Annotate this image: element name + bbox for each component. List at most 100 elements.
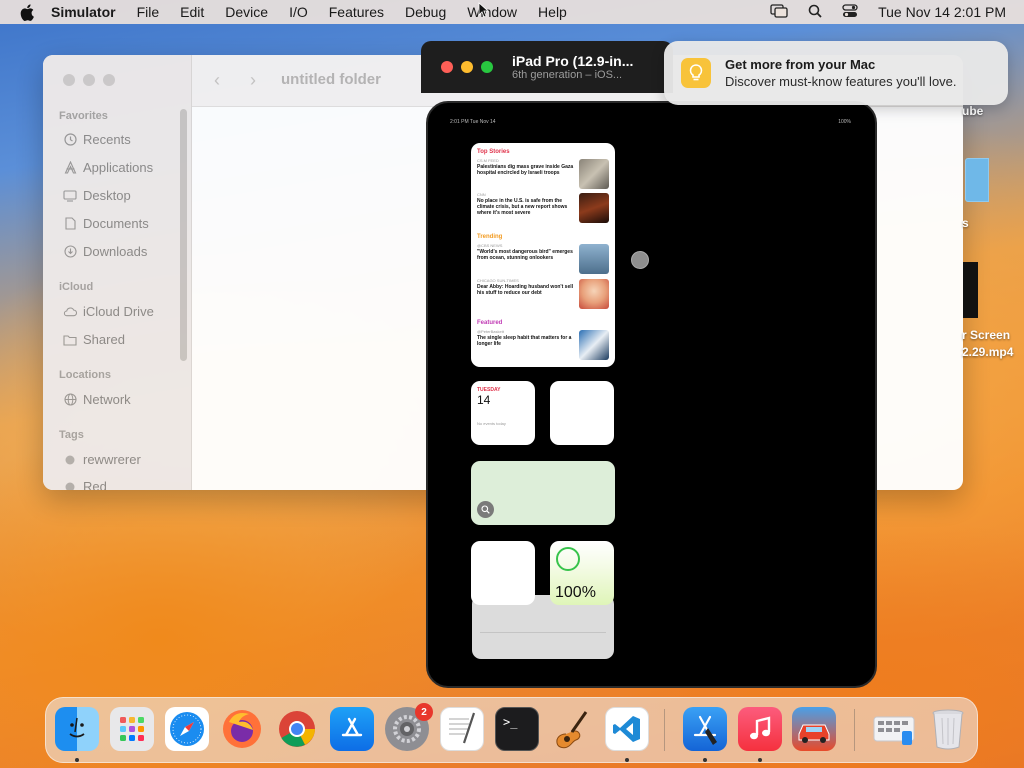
game-icon[interactable]	[792, 707, 836, 751]
sidebar-item-label: iCloud Drive	[83, 304, 154, 319]
close-button[interactable]	[441, 61, 453, 73]
news-headline[interactable]: "World's most dangerous bird" emerges fr…	[477, 249, 575, 261]
chrome-icon[interactable]	[275, 707, 319, 751]
control-center-icon[interactable]	[842, 3, 858, 21]
sidebar-item-label: Recents	[83, 132, 131, 147]
sidebar-item-label: rewwrerer	[83, 452, 141, 467]
folder-title: untitled folder	[281, 71, 381, 88]
desktop-label-ube[interactable]: ube	[962, 104, 983, 118]
spotlight-search-icon[interactable]	[808, 4, 822, 21]
sidebar-item-network[interactable]: Network	[63, 392, 131, 407]
search-widget[interactable]	[471, 461, 615, 525]
minimize-button[interactable]	[83, 74, 95, 86]
news-thumbnail	[579, 159, 609, 189]
sidebar-item-tag-red[interactable]: Red	[63, 479, 107, 490]
news-thumbnail	[579, 330, 609, 360]
downloads-stack-icon[interactable]	[872, 707, 916, 751]
news-source: @PeterBaskett	[477, 329, 504, 334]
device-subtitle: 6th generation – iOS...	[512, 69, 623, 81]
sidebar-item-documents[interactable]: Documents	[63, 216, 149, 231]
ipad-screen[interactable]: 2:01 PM Tue Nov 14 100% Top Stories CS.M…	[426, 101, 877, 688]
notification-badge: 2	[415, 703, 433, 721]
terminal-icon[interactable]: >_	[495, 707, 539, 751]
calendar-note: No events today	[477, 421, 506, 426]
menu-bar: Simulator File Edit Device I/O Features …	[0, 0, 1024, 24]
textedit-icon[interactable]	[440, 707, 484, 751]
sidebar-item-tag-rewwrerer[interactable]: rewwrerer	[63, 452, 141, 467]
news-headline[interactable]: Dear Abby: Hoarding husband won't sell h…	[477, 284, 575, 296]
sidebar-item-label: Shared	[83, 332, 125, 347]
news-section-top-stories: Top Stories	[477, 149, 510, 155]
sidebar-item-shared[interactable]: Shared	[63, 332, 125, 347]
news-headline[interactable]: Palestinians dig mass grave inside Gaza …	[477, 164, 575, 176]
dock-separator	[664, 709, 665, 751]
notification-banner[interactable]: Get more from your Mac Discover must-kno…	[664, 41, 1008, 105]
system-settings-icon[interactable]: 2	[385, 703, 433, 751]
menu-help[interactable]: Help	[538, 4, 567, 20]
finder-icon[interactable]	[55, 707, 99, 751]
launchpad-icon[interactable]	[110, 707, 154, 751]
zoom-button[interactable]	[481, 61, 493, 73]
sidebar-item-applications[interactable]: Applications	[63, 160, 153, 175]
menu-edit[interactable]: Edit	[180, 4, 204, 20]
shared-folder-icon	[63, 333, 77, 347]
forward-arrow-icon[interactable]: ›	[250, 70, 256, 91]
menu-window[interactable]: Window	[467, 4, 517, 20]
simulator-titlebar: iPad Pro (12.9-in... 6th generation – iO…	[421, 41, 673, 93]
sidebar-item-label: Applications	[83, 160, 154, 175]
vscode-icon[interactable]	[605, 707, 649, 751]
menu-file[interactable]: File	[137, 4, 160, 20]
xcode-icon[interactable]	[683, 707, 727, 751]
garageband-icon[interactable]	[550, 707, 594, 751]
menu-io[interactable]: I/O	[289, 4, 308, 20]
sidebar-item-recents[interactable]: Recents	[63, 132, 131, 147]
desktop-folder-icon[interactable]	[965, 158, 989, 202]
close-button[interactable]	[63, 74, 75, 86]
menubar-clock[interactable]: Tue Nov 14 2:01 PM	[878, 4, 1006, 20]
app-store-icon[interactable]	[330, 707, 374, 751]
apple-logo-icon[interactable]	[17, 2, 37, 22]
battery-widget[interactable]: 100%	[550, 541, 614, 605]
menu-app-simulator[interactable]: Simulator	[51, 4, 116, 20]
sidebar-scrollbar[interactable]	[180, 109, 187, 361]
sidebar-item-downloads[interactable]: Downloads	[63, 244, 147, 259]
news-headline[interactable]: No place in the U.S. is safe from the cl…	[477, 198, 575, 216]
search-icon[interactable]	[477, 501, 494, 518]
download-icon	[63, 245, 77, 259]
news-widget[interactable]: Top Stories CS.M FEED Palestinians dig m…	[471, 143, 615, 367]
window-controls	[441, 61, 493, 73]
music-icon[interactable]	[738, 707, 782, 751]
safari-icon[interactable]	[165, 707, 209, 751]
minimize-button[interactable]	[461, 61, 473, 73]
sidebar-section-icloud: iCloud	[59, 281, 94, 293]
menu-device[interactable]: Device	[225, 4, 268, 20]
desktop-label-screen[interactable]: r Screen	[962, 328, 1010, 342]
desktop-label-mp4[interactable]: 2.29.mp4	[962, 345, 1013, 359]
menu-debug[interactable]: Debug	[405, 4, 446, 20]
sidebar-item-desktop[interactable]: Desktop	[63, 188, 131, 203]
news-source: CHICAGO SUN-TIMES	[477, 278, 519, 283]
news-headline[interactable]: The single sleep habit that matters for …	[477, 335, 575, 347]
sidebar-item-icloud-drive[interactable]: iCloud Drive	[63, 304, 154, 319]
window-controls-inactive[interactable]	[63, 74, 115, 86]
ipad-status-time: 2:01 PM Tue Nov 14	[450, 119, 496, 125]
sidebar-section-locations: Locations	[59, 369, 111, 381]
sidebar-item-label: Documents	[83, 216, 149, 231]
finder-sidebar: Favorites Recents Applications Desktop D…	[43, 55, 192, 490]
screen-mirroring-icon[interactable]	[770, 3, 788, 21]
globe-icon	[63, 393, 77, 407]
sidebar-section-favorites: Favorites	[59, 110, 108, 122]
sidebar-item-label: Network	[83, 392, 131, 407]
calendar-widget[interactable]: TUESDAY 14 No events today	[471, 381, 535, 445]
menu-features[interactable]: Features	[329, 4, 384, 20]
trash-icon[interactable]	[926, 707, 970, 751]
back-arrow-icon[interactable]: ‹	[214, 70, 220, 91]
blank-widget[interactable]	[550, 381, 614, 445]
firefox-icon[interactable]	[220, 707, 264, 751]
desktop-video-thumbnail[interactable]	[963, 262, 978, 318]
blank-small-widget[interactable]	[471, 541, 535, 605]
notification-title: Get more from your Mac	[725, 57, 876, 72]
zoom-button[interactable]	[103, 74, 115, 86]
desktop-label-s[interactable]: s	[962, 216, 969, 230]
running-indicator	[758, 758, 762, 762]
